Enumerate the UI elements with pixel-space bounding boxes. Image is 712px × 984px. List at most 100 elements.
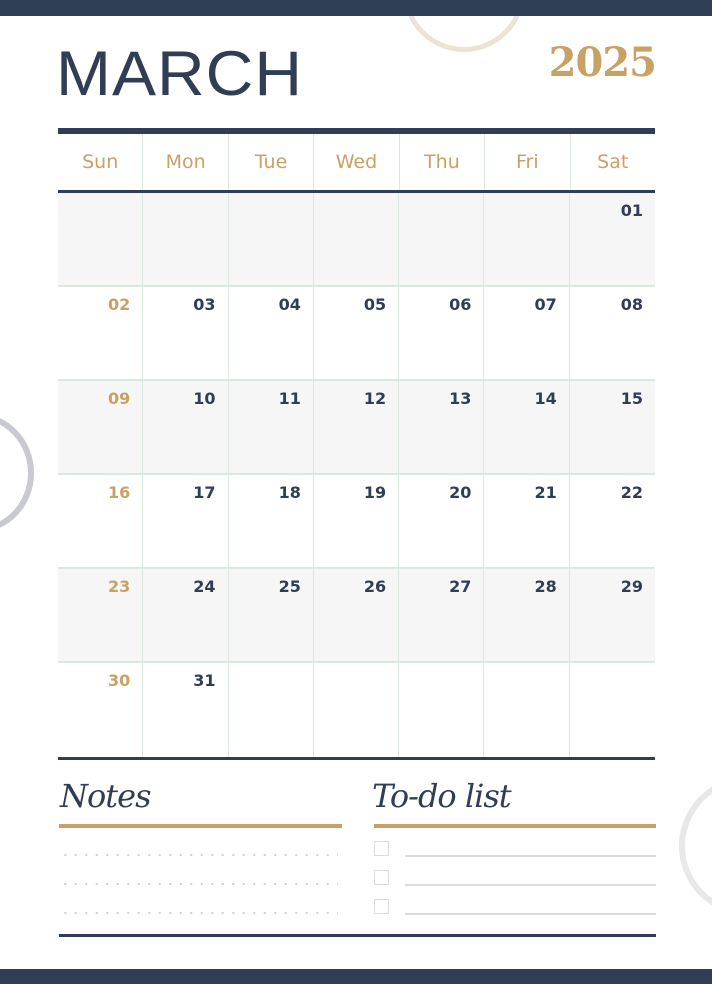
calendar-day-cell[interactable]: 17 [143,475,229,569]
calendar-day-cell[interactable]: 25 [228,569,314,663]
calendar-day-cell[interactable]: 29 [569,569,655,663]
day-number: 24 [193,577,216,596]
calendar-day-cell[interactable]: 28 [484,569,570,663]
day-number: 15 [620,389,643,408]
notes-line[interactable] [60,854,338,856]
calendar-day-cell[interactable]: 08 [569,287,655,381]
calendar-empty-cell [399,663,485,757]
decorative-circle-right [679,776,712,916]
day-number: 07 [534,295,557,314]
notes-line[interactable] [60,883,338,885]
calendar-empty-cell [570,663,655,757]
calendar-day-cell[interactable]: 30 [58,663,144,757]
calendar-day-cell[interactable]: 03 [143,287,229,381]
calendar-empty-cell [314,663,400,757]
day-number: 28 [534,577,557,596]
notes-line[interactable] [60,912,338,914]
day-number: 01 [620,201,643,220]
day-number: 27 [449,577,472,596]
day-number: 08 [620,295,643,314]
calendar-day-cell[interactable]: 05 [313,287,400,381]
top-banner-bar [0,0,712,16]
calendar-day-cell[interactable]: 21 [484,475,570,569]
todo-checkbox[interactable] [374,899,389,914]
calendar-bottom-divider [58,757,655,760]
calendar-day-cell[interactable]: 31 [143,663,229,757]
calendar-day-cell[interactable]: 18 [228,475,314,569]
calendar-empty-cell [228,193,314,287]
calendar-grid: 01 02 03 04 05 06 07 08 09 10 11 12 13 14 15 16 17 18 19 20… [58,193,655,757]
day-number: 12 [363,389,387,408]
notes-underline [59,824,342,828]
weekday-header-row: Sun Mon Tue Wed Thu Fri Sat [58,134,655,190]
day-number: 10 [193,389,216,408]
weekday-sat: Sat [597,151,629,173]
todo-text-line[interactable] [405,913,656,915]
day-number: 11 [278,389,301,408]
todo-item [374,841,656,859]
day-number: 17 [193,483,216,502]
day-number: 03 [193,295,216,314]
calendar-empty-cell [143,193,229,287]
day-number: 04 [278,295,301,314]
calendar-day-cell[interactable]: 01 [569,193,655,287]
calendar-day-cell[interactable]: 07 [484,287,570,381]
todo-item [374,870,656,888]
calendar-day-cell[interactable]: 04 [228,287,314,381]
notes-heading: Notes [60,777,151,815]
decorative-circle-left [0,413,34,533]
todo-underline [374,824,656,828]
calendar-day-cell[interactable]: 26 [313,569,400,663]
calendar-day-cell[interactable]: 10 [143,381,229,475]
day-number: 13 [449,389,472,408]
day-number: 19 [363,483,387,502]
weekday-tue: Tue [229,134,315,190]
footer-divider [59,934,656,937]
day-number: 02 [108,295,131,314]
calendar-day-cell[interactable]: 11 [228,381,314,475]
calendar-day-cell[interactable]: 13 [399,381,485,475]
month-title: MARCH [56,37,303,109]
todo-text-line[interactable] [405,884,656,886]
calendar-day-cell[interactable]: 22 [569,475,655,569]
day-number: 06 [449,295,472,314]
day-number: 09 [108,389,131,408]
calendar-day-cell[interactable]: 27 [399,569,485,663]
todo-checkbox[interactable] [374,841,389,856]
calendar-empty-cell [58,193,144,287]
calendar-empty-cell [399,193,485,287]
calendar-day-cell[interactable]: 16 [58,475,144,569]
calendar-day-cell[interactable]: 06 [399,287,485,381]
calendar-day-cell[interactable]: 23 [58,569,144,663]
calendar-day-cell[interactable]: 19 [313,475,400,569]
calendar-day-cell[interactable]: 12 [313,381,400,475]
calendar-day-cell[interactable]: 20 [399,475,485,569]
weekday-fri: Fri [485,134,571,190]
weekday-wed: Wed [314,134,400,190]
todo-item [374,899,656,917]
calendar-day-cell[interactable]: 09 [58,381,144,475]
day-number: 16 [108,483,131,502]
calendar-day-cell[interactable]: 24 [143,569,229,663]
todo-text-line[interactable] [405,855,656,857]
calendar-day-cell[interactable]: 14 [484,381,570,475]
weekday-thu: Thu [400,134,486,190]
day-number: 14 [534,389,557,408]
year-label: 2025 [548,39,657,86]
todo-heading: To-do list [372,777,512,815]
day-number: 29 [620,577,643,596]
day-number: 05 [363,295,387,314]
day-number: 25 [278,577,301,596]
calendar-empty-cell [484,193,570,287]
bottom-banner-bar [0,969,712,984]
day-number: 21 [534,483,557,502]
calendar-day-cell[interactable]: 15 [569,381,655,475]
todo-checkbox[interactable] [374,870,389,885]
day-number: 23 [108,577,131,596]
day-number: 18 [278,483,301,502]
weekday-mon: Mon [143,134,229,190]
day-number: 31 [193,671,216,690]
calendar-day-cell[interactable]: 02 [58,287,144,381]
calendar-empty-cell [484,663,570,757]
weekday-sun: Sun [58,134,144,190]
